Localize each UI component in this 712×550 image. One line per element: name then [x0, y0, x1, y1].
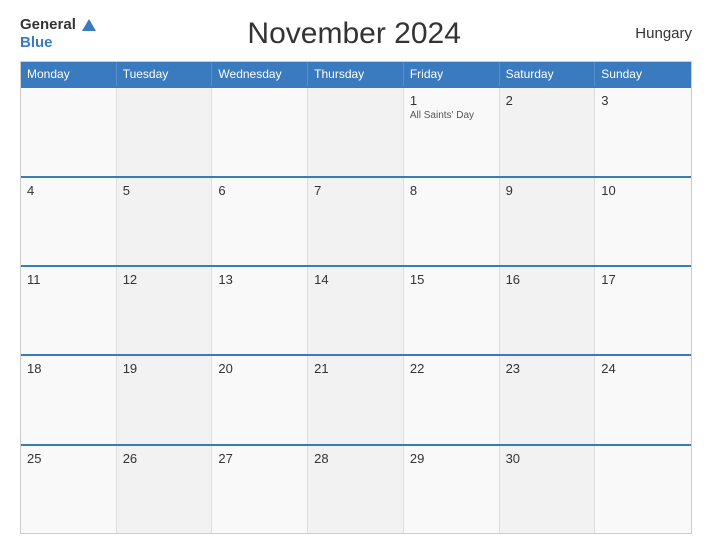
- logo: General Blue: [20, 16, 96, 51]
- week-row-1: 1 All Saints' Day 2 3: [21, 86, 691, 175]
- day-cell-w4-wed: 20: [212, 356, 308, 443]
- weeks-container: 1 All Saints' Day 2 3 4 5 6 7 8 9 10 11 …: [21, 86, 691, 533]
- country-label: Hungary: [612, 25, 692, 42]
- calendar-page: General Blue November 2024 Hungary Monda…: [0, 0, 712, 550]
- day-cell-w5-mon: 25: [21, 446, 117, 533]
- day-num: 19: [123, 361, 206, 376]
- week-row-2: 4 5 6 7 8 9 10: [21, 176, 691, 265]
- days-header-row: Monday Tuesday Wednesday Thursday Friday…: [21, 62, 691, 86]
- day-cell-w3-tue: 12: [117, 267, 213, 354]
- day-cell-w4-tue: 19: [117, 356, 213, 443]
- header-monday: Monday: [21, 62, 117, 86]
- day-cell-w5-wed: 27: [212, 446, 308, 533]
- day-num: 30: [506, 451, 589, 466]
- day-cell-w4-fri: 22: [404, 356, 500, 443]
- logo-row1: General: [20, 16, 96, 34]
- day-num: 22: [410, 361, 493, 376]
- day-num: 15: [410, 272, 493, 287]
- day-num: 29: [410, 451, 493, 466]
- day-cell-w3-mon: 11: [21, 267, 117, 354]
- day-num: 23: [506, 361, 589, 376]
- logo-row2: Blue: [20, 34, 96, 52]
- day-num: 24: [601, 361, 685, 376]
- day-cell-w3-fri: 15: [404, 267, 500, 354]
- header: General Blue November 2024 Hungary: [20, 16, 692, 51]
- calendar-grid: Monday Tuesday Wednesday Thursday Friday…: [20, 61, 692, 534]
- day-cell-w2-sun: 10: [595, 178, 691, 265]
- day-num: 7: [314, 183, 397, 198]
- logo-triangle-icon: [82, 19, 96, 31]
- header-wednesday: Wednesday: [212, 62, 308, 86]
- day-cell-w1-fri: 1 All Saints' Day: [404, 88, 500, 175]
- day-cell-w5-sun: [595, 446, 691, 533]
- day-num: 6: [218, 183, 301, 198]
- day-num: 28: [314, 451, 397, 466]
- day-cell-w2-thu: 7: [308, 178, 404, 265]
- day-cell-w5-thu: 28: [308, 446, 404, 533]
- day-cell-w3-wed: 13: [212, 267, 308, 354]
- day-cell-w1-thu: [308, 88, 404, 175]
- day-num: 11: [27, 272, 110, 287]
- logo-blue: Blue: [20, 34, 53, 51]
- day-num: 12: [123, 272, 206, 287]
- week-row-5: 25 26 27 28 29 30: [21, 444, 691, 533]
- header-tuesday: Tuesday: [117, 62, 213, 86]
- day-cell-w4-mon: 18: [21, 356, 117, 443]
- day-num: 26: [123, 451, 206, 466]
- day-num: 5: [123, 183, 206, 198]
- week-row-4: 18 19 20 21 22 23 24: [21, 354, 691, 443]
- day-cell-w2-sat: 9: [500, 178, 596, 265]
- day-num: 14: [314, 272, 397, 287]
- day-num: 16: [506, 272, 589, 287]
- day-num: 21: [314, 361, 397, 376]
- header-saturday: Saturday: [500, 62, 596, 86]
- day-cell-w4-sat: 23: [500, 356, 596, 443]
- day-num: 9: [506, 183, 589, 198]
- day-num: 20: [218, 361, 301, 376]
- day-cell-w1-sun: 3: [595, 88, 691, 175]
- day-cell-w1-mon: [21, 88, 117, 175]
- day-num: 25: [27, 451, 110, 466]
- header-thursday: Thursday: [308, 62, 404, 86]
- day-num: 8: [410, 183, 493, 198]
- day-num: 10: [601, 183, 685, 198]
- day-cell-w5-tue: 26: [117, 446, 213, 533]
- day-cell-w1-wed: [212, 88, 308, 175]
- day-cell-w2-wed: 6: [212, 178, 308, 265]
- day-cell-w1-tue: [117, 88, 213, 175]
- day-cell-w3-thu: 14: [308, 267, 404, 354]
- day-cell-w2-tue: 5: [117, 178, 213, 265]
- day-event: All Saints' Day: [410, 110, 493, 121]
- day-cell-w5-sat: 30: [500, 446, 596, 533]
- logo-general: General: [20, 16, 76, 33]
- day-cell-w1-sat: 2: [500, 88, 596, 175]
- day-num: 3: [601, 93, 685, 108]
- day-num: 18: [27, 361, 110, 376]
- day-cell-w3-sat: 16: [500, 267, 596, 354]
- day-num: 4: [27, 183, 110, 198]
- day-cell-w2-mon: 4: [21, 178, 117, 265]
- day-cell-w3-sun: 17: [595, 267, 691, 354]
- day-cell-w4-sun: 24: [595, 356, 691, 443]
- day-num: 27: [218, 451, 301, 466]
- header-friday: Friday: [404, 62, 500, 86]
- calendar-title: November 2024: [96, 17, 612, 51]
- day-num: 2: [506, 93, 589, 108]
- day-cell-w2-fri: 8: [404, 178, 500, 265]
- day-num: 1: [410, 93, 493, 108]
- day-cell-w4-thu: 21: [308, 356, 404, 443]
- day-num: 13: [218, 272, 301, 287]
- week-row-3: 11 12 13 14 15 16 17: [21, 265, 691, 354]
- day-cell-w5-fri: 29: [404, 446, 500, 533]
- header-sunday: Sunday: [595, 62, 691, 86]
- day-num: 17: [601, 272, 685, 287]
